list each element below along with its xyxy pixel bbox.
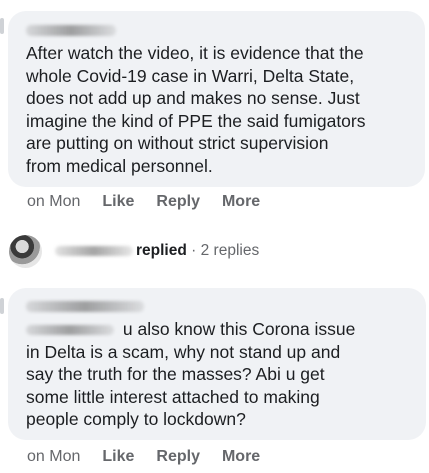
replied-label: replied: [136, 242, 187, 259]
replier-name: [55, 242, 136, 259]
comment-timestamp[interactable]: on Mon: [27, 193, 80, 211]
comment-text: u also know this Corona issue in Delta i…: [26, 318, 412, 431]
comment-author[interactable]: [26, 296, 412, 316]
comment-bubble: u also know this Corona issue in Delta i…: [8, 288, 426, 440]
reply-button[interactable]: Reply: [156, 448, 200, 466]
thread-line-bottom: [0, 298, 4, 314]
replies-summary[interactable]: replied · 2 replies: [55, 242, 259, 260]
avatar: [9, 235, 42, 268]
redacted-name: [26, 300, 144, 312]
comment-bubble: After watch the video, it is evidence th…: [8, 11, 425, 187]
comment-actions: on Mon Like Reply More: [27, 448, 260, 466]
reply-count: 2 replies: [200, 242, 260, 259]
comment-actions: on Mon Like Reply More: [27, 193, 260, 211]
like-button[interactable]: Like: [102, 448, 134, 466]
thread-line-top: [0, 18, 4, 34]
view-replies-row[interactable]: replied · 2 replies: [0, 233, 429, 269]
separator-dot: ·: [191, 242, 197, 259]
like-button[interactable]: Like: [102, 193, 134, 211]
more-button[interactable]: More: [222, 193, 260, 211]
comment-author[interactable]: [26, 20, 411, 40]
redacted-name: [26, 325, 114, 336]
more-button[interactable]: More: [222, 448, 260, 466]
user-mention[interactable]: [26, 319, 118, 339]
comment-text: After watch the video, it is evidence th…: [26, 43, 366, 176]
comment-timestamp[interactable]: on Mon: [27, 448, 80, 466]
redacted-name: [55, 245, 133, 256]
reply-button[interactable]: Reply: [156, 193, 200, 211]
redacted-name: [26, 24, 116, 36]
